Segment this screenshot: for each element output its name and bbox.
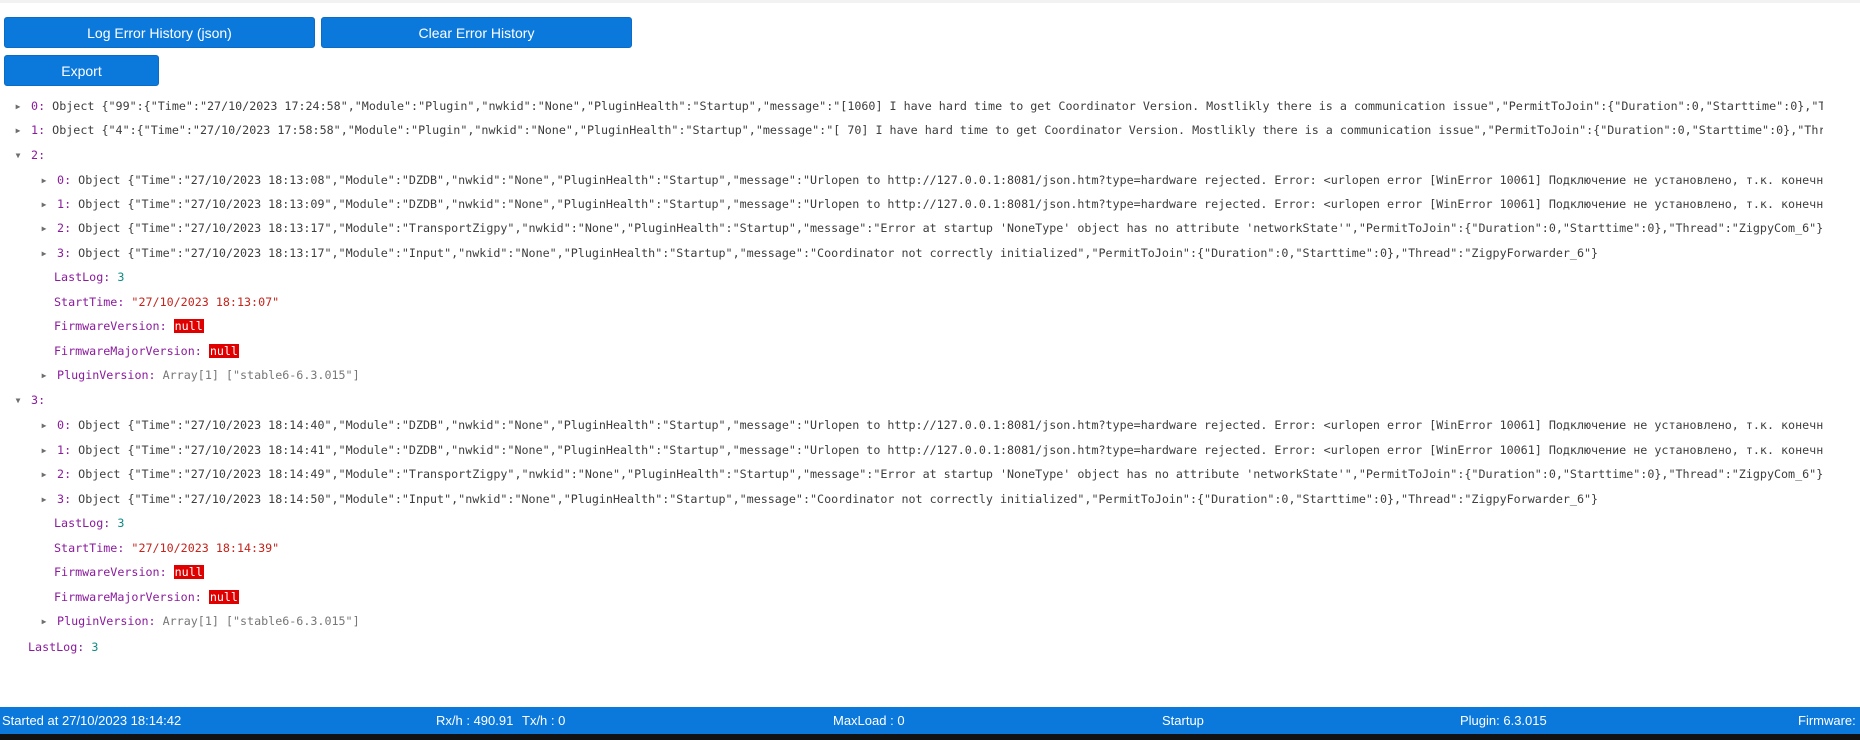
object-type: Object — [78, 443, 121, 457]
object-preview: {"99":{"Time":"27/10/2023 17:24:58","Mod… — [101, 99, 1823, 113]
status-bar: Started at 27/10/2023 18:14:42 Rx/h : 49… — [0, 707, 1860, 734]
object-preview: {"4":{"Time":"27/10/2023 17:58:58","Modu… — [101, 123, 1823, 137]
object-preview: {"Time":"27/10/2023 18:13:17","Module":"… — [127, 246, 1599, 260]
number-value: 3 — [91, 640, 99, 654]
tree-row-plugin-version[interactable]: ▶ PluginVersion: Array[1] ["stable6-6.3.… — [0, 611, 1823, 631]
tree-key: FirmwareMajorVersion — [54, 344, 195, 358]
string-value: "27/10/2023 18:13:07" — [131, 295, 280, 309]
triangle-down-icon[interactable]: ▼ — [12, 146, 24, 166]
null-value: null — [173, 565, 204, 579]
object-type: Object — [78, 173, 121, 187]
triangle-right-icon[interactable]: ▶ — [38, 171, 50, 191]
triangle-right-icon[interactable]: ▶ — [38, 219, 50, 239]
tree-row-entry-3-3[interactable]: ▶ 3: Object {"Time":"27/10/2023 18:14:50… — [0, 489, 1823, 509]
triangle-right-icon[interactable]: ▶ — [38, 416, 50, 436]
tree-key: PluginVersion — [57, 614, 149, 628]
json-tree-console: ▶ 0: Object {"99":{"Time":"27/10/2023 17… — [0, 96, 1823, 656]
object-preview: {"Time":"27/10/2023 18:14:41","Module":"… — [127, 443, 1823, 457]
array-preview: Array[1] ["stable6-6.3.015"] — [162, 368, 360, 382]
tree-key: FirmwareVersion — [54, 319, 160, 333]
status-started: Started at 27/10/2023 18:14:42 — [2, 713, 182, 728]
triangle-right-icon[interactable]: ▶ — [38, 366, 50, 386]
tree-key: FirmwareMajorVersion — [54, 590, 195, 604]
object-preview: {"Time":"27/10/2023 18:14:40","Module":"… — [127, 418, 1823, 432]
object-preview: {"Time":"27/10/2023 18:13:08","Module":"… — [127, 173, 1823, 187]
triangle-right-icon[interactable]: ▶ — [38, 195, 50, 215]
bottom-border — [0, 734, 1860, 740]
tree-row-plugin-version[interactable]: ▶ PluginVersion: Array[1] ["stable6-6.3.… — [0, 365, 1823, 385]
triangle-right-icon[interactable]: ▶ — [12, 121, 24, 141]
triangle-right-icon[interactable]: ▶ — [12, 97, 24, 117]
object-preview: {"Time":"27/10/2023 18:14:50","Module":"… — [127, 492, 1599, 506]
status-plugin-version: Plugin: 6.3.015 — [1460, 713, 1547, 728]
triangle-right-icon[interactable]: ▶ — [38, 465, 50, 485]
object-type: Object — [78, 221, 121, 235]
tree-key: LastLog — [54, 270, 104, 284]
object-type: Object — [78, 492, 121, 506]
null-value: null — [208, 590, 239, 604]
number-value: 3 — [117, 270, 125, 284]
tree-row-starttime: StartTime: "27/10/2023 18:14:39" — [54, 541, 280, 555]
tree-row-firmware-major-version: FirmwareMajorVersion: null — [54, 344, 239, 358]
tree-row-lastlog: LastLog: 3 — [54, 270, 125, 284]
object-type: Object — [78, 246, 121, 260]
tree-key: FirmwareVersion — [54, 565, 160, 579]
tree-key: StartTime — [54, 295, 118, 309]
triangle-right-icon[interactable]: ▶ — [38, 441, 50, 461]
tree-row-lastlog: LastLog: 3 — [54, 516, 125, 530]
tree-row-entry-3-0[interactable]: ▶ 0: Object {"Time":"27/10/2023 18:14:40… — [0, 415, 1823, 435]
log-error-history-button[interactable]: Log Error History (json) — [4, 17, 315, 48]
triangle-right-icon[interactable]: ▶ — [38, 244, 50, 264]
tree-row-firmware-version: FirmwareVersion: null — [54, 319, 204, 333]
export-button[interactable]: Export — [4, 55, 159, 86]
tree-key: LastLog — [54, 516, 104, 530]
tree-row-entry-0[interactable]: ▶ 0: Object {"99":{"Time":"27/10/2023 17… — [0, 96, 1823, 116]
tree-row-firmware-major-version: FirmwareMajorVersion: null — [54, 590, 239, 604]
tree-row-entry-1[interactable]: ▶ 1: Object {"4":{"Time":"27/10/2023 17:… — [0, 120, 1823, 140]
tree-key: LastLog — [28, 640, 78, 654]
triangle-down-icon[interactable]: ▼ — [12, 391, 24, 411]
array-preview: Array[1] ["stable6-6.3.015"] — [162, 614, 360, 628]
object-type: Object — [52, 99, 95, 113]
status-maxload: MaxLoad : 0 — [833, 713, 905, 728]
object-type: Object — [78, 418, 121, 432]
tree-row-entry-2-0[interactable]: ▶ 0: Object {"Time":"27/10/2023 18:13:08… — [0, 170, 1823, 190]
object-preview: {"Time":"27/10/2023 18:13:17","Module":"… — [127, 221, 1823, 235]
tree-row-root-lastlog: LastLog: 3 — [28, 640, 99, 654]
object-preview: {"Time":"27/10/2023 18:14:49","Module":"… — [127, 467, 1823, 481]
tree-key: StartTime — [54, 541, 118, 555]
tree-row-starttime: StartTime: "27/10/2023 18:13:07" — [54, 295, 280, 309]
tree-row-entry-2-2[interactable]: ▶ 2: Object {"Time":"27/10/2023 18:13:17… — [0, 218, 1823, 238]
tree-row-entry-2-3[interactable]: ▶ 3: Object {"Time":"27/10/2023 18:13:17… — [0, 243, 1823, 263]
tree-row-entry-3[interactable]: ▼ 3: — [0, 390, 1823, 410]
object-type: Object — [78, 197, 121, 211]
status-state: Startup — [1162, 713, 1204, 728]
status-tx: Tx/h : 0 — [522, 713, 566, 728]
status-rx: Rx/h : 490.91 — [436, 713, 514, 728]
tree-row-entry-3-1[interactable]: ▶ 1: Object {"Time":"27/10/2023 18:14:41… — [0, 440, 1823, 460]
null-value: null — [173, 319, 204, 333]
tree-key: PluginVersion — [57, 368, 149, 382]
tree-row-entry-2[interactable]: ▼ 2: — [0, 145, 1823, 165]
tree-row-firmware-version: FirmwareVersion: null — [54, 565, 204, 579]
status-firmware: Firmware: — [1798, 713, 1856, 728]
object-type: Object — [78, 467, 121, 481]
clear-error-history-button[interactable]: Clear Error History — [321, 17, 632, 48]
tree-row-entry-3-2[interactable]: ▶ 2: Object {"Time":"27/10/2023 18:14:49… — [0, 464, 1823, 484]
object-preview: {"Time":"27/10/2023 18:13:09","Module":"… — [127, 197, 1823, 211]
null-value: null — [208, 344, 239, 358]
triangle-right-icon[interactable]: ▶ — [38, 612, 50, 632]
string-value: "27/10/2023 18:14:39" — [131, 541, 280, 555]
object-type: Object — [52, 123, 95, 137]
number-value: 3 — [117, 516, 125, 530]
triangle-right-icon[interactable]: ▶ — [38, 490, 50, 510]
top-border — [0, 0, 1860, 3]
tree-row-entry-2-1[interactable]: ▶ 1: Object {"Time":"27/10/2023 18:13:09… — [0, 194, 1823, 214]
